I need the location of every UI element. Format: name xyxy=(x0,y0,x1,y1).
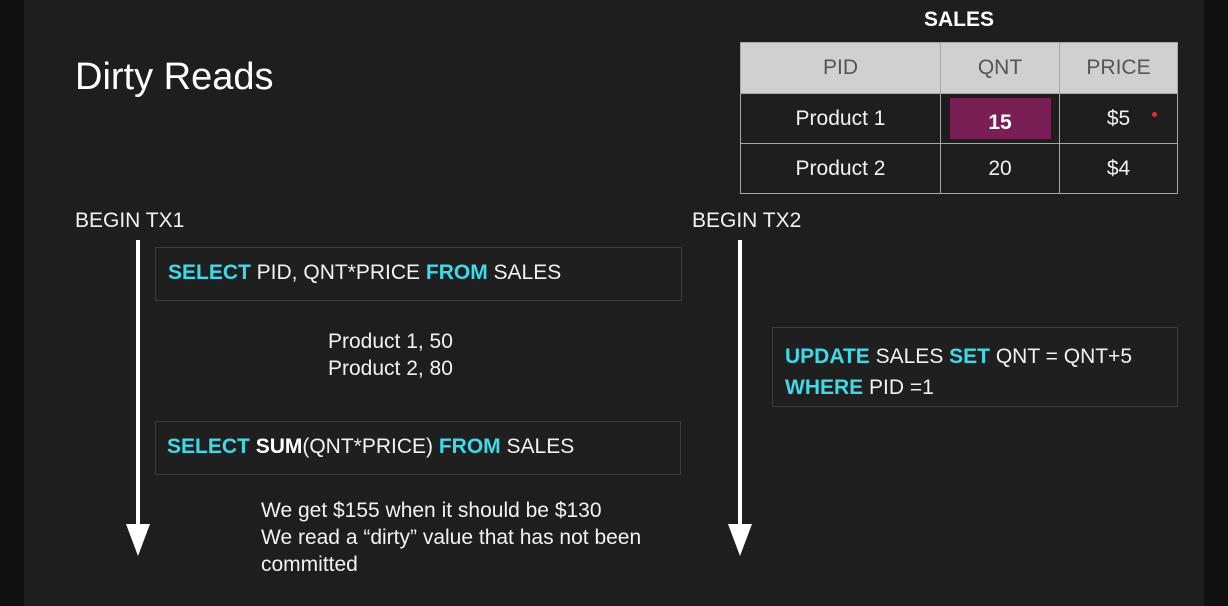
note-line: committed xyxy=(261,553,358,576)
table-header-row: PID QNT PRICE xyxy=(740,42,1178,94)
tx1-select-result: Product 1, 50 Product 2, 80 xyxy=(328,328,453,382)
table-caption: SALES xyxy=(923,8,994,31)
sql-keyword: FROM xyxy=(425,261,488,284)
pointer-dot xyxy=(1152,112,1157,117)
result-line: Product 1, 50 xyxy=(328,330,453,353)
table-row: Product 1 15 $5 xyxy=(740,93,1178,144)
sql-text: PID, QNT*PRICE xyxy=(250,261,426,284)
sql-keyword: SELECT xyxy=(168,261,251,284)
highlighted-qnt-cell: 15 xyxy=(949,98,1051,139)
sql-text: (QNT*PRICE) xyxy=(302,435,439,458)
sql-line: WHERE PID =1 xyxy=(785,372,1177,403)
table-cell: Product 1 xyxy=(740,93,941,144)
dirty-read-note: We get $155 when it should be $130 We re… xyxy=(261,497,641,578)
sql-keyword: SELECT xyxy=(167,435,250,458)
note-line: We get $155 when it should be $130 xyxy=(261,499,602,522)
sql-text: PID =1 xyxy=(863,376,934,399)
sql-keyword: SET xyxy=(949,345,991,368)
result-line: Product 2, 80 xyxy=(328,357,453,380)
tx1-select-query-box: SELECT PID, QNT*PRICE FROM SALES xyxy=(155,247,682,301)
sql-text: SALES xyxy=(500,435,575,458)
table-cell: Product 2 xyxy=(740,143,941,194)
table-cell: $4 xyxy=(1059,143,1178,194)
table-cell: $5 xyxy=(1059,93,1178,144)
tx2-label: BEGIN TX2 xyxy=(692,209,802,232)
column-header-qnt: QNT xyxy=(940,42,1060,94)
tx1-label: BEGIN TX1 xyxy=(75,209,185,232)
table-cell: 15 xyxy=(940,93,1060,144)
sql-function: SUM xyxy=(255,435,303,458)
table-cell: 20 xyxy=(940,143,1060,194)
sql-text: SALES xyxy=(487,261,562,284)
tx2-update-query-box: UPDATE SALES SET QNT = QNT+5 WHERE PID =… xyxy=(772,327,1178,407)
sql-text: SALES xyxy=(869,345,950,368)
tx1-timeline xyxy=(136,240,140,528)
sql-text: QNT = QNT+5 xyxy=(990,345,1133,368)
tx1-arrow-down-icon xyxy=(126,524,150,556)
table-row: Product 2 20 $4 xyxy=(740,143,1178,194)
tx1-sum-query-box: SELECT SUM(QNT*PRICE) FROM SALES xyxy=(155,421,681,475)
sql-keyword: FROM xyxy=(438,435,501,458)
column-header-price: PRICE xyxy=(1059,42,1178,94)
sql-keyword: WHERE xyxy=(785,376,864,399)
sql-line: UPDATE SALES SET QNT = QNT+5 xyxy=(785,341,1177,372)
column-header-pid: PID xyxy=(740,42,941,94)
sales-table: PID QNT PRICE Product 1 15 $5 Product 2 … xyxy=(740,42,1178,194)
sql-keyword: UPDATE xyxy=(785,345,870,368)
slide-title: Dirty Reads xyxy=(75,56,274,98)
tx2-timeline xyxy=(738,240,742,528)
tx2-arrow-down-icon xyxy=(728,524,752,556)
note-line: We read a “dirty” value that has not bee… xyxy=(261,526,642,549)
